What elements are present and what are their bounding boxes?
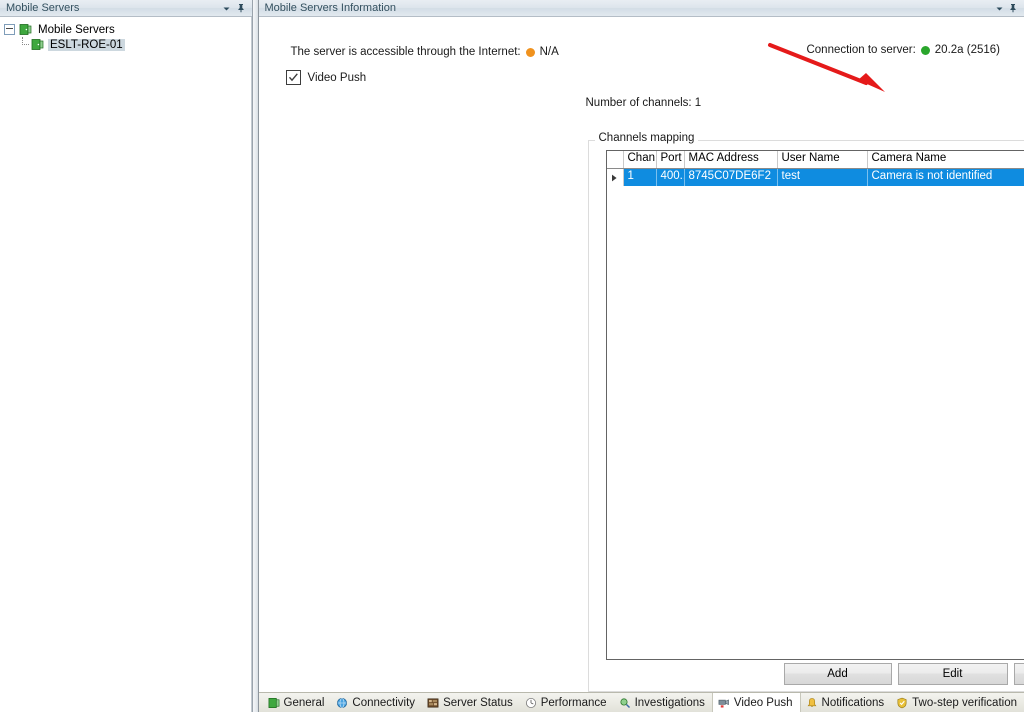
tab-connectivity[interactable]: Connectivity	[331, 693, 422, 712]
channels-mapping-title: Channels mapping	[594, 132, 699, 144]
server-icon	[19, 24, 32, 35]
tab-label: Performance	[540, 696, 607, 709]
grid-body: 1 400... 8745C07DE6F2 test Camera is not…	[606, 169, 1024, 186]
tab-label: Two-step verification	[912, 696, 1017, 709]
tree-item-mobile-servers[interactable]: Mobile Servers	[0, 22, 251, 37]
video-push-label: Video Push	[307, 71, 367, 84]
status-grid-icon	[427, 697, 439, 708]
tab-label: Notifications	[821, 696, 885, 709]
server-status-line: The server is accessible through the Int…	[291, 44, 1001, 60]
mobile-servers-panel: Mobile Servers Mobile Servers ESLT-ROE-0…	[0, 0, 253, 712]
tab-label: Connectivity	[352, 696, 416, 709]
cell-mac-address: 8745C07DE6F2	[685, 169, 778, 186]
tab-performance[interactable]: Performance	[520, 693, 614, 712]
video-push-checkbox-row[interactable]: Video Push	[285, 70, 367, 85]
grid-header-row: Chanı Port MAC Address User Name Camera …	[606, 151, 1024, 169]
tree-item-eslt-roe-01[interactable]: ESLT-ROE-01	[0, 37, 251, 52]
grid-corner-cell	[606, 151, 624, 168]
tab-notifications[interactable]: Notifications	[801, 693, 892, 712]
channels-mapping-grid[interactable]: Chanı Port MAC Address User Name Camera …	[605, 150, 1024, 660]
chevron-down-icon[interactable]	[220, 1, 234, 15]
tree-elbow-line	[18, 37, 29, 52]
left-panel-title: Mobile Servers	[6, 2, 80, 14]
tree-item-label: Mobile Servers	[38, 23, 115, 36]
chevron-down-icon[interactable]	[992, 1, 1006, 15]
server-icon	[31, 39, 44, 50]
column-header-user-name[interactable]: User Name	[778, 151, 868, 168]
internet-status-value: N/A	[539, 46, 559, 58]
grid-action-buttons: Add Edit Remove Change password	[783, 663, 1024, 685]
expander-collapse-icon[interactable]	[4, 24, 15, 35]
cell-camera-name: Camera is not identified	[868, 169, 1024, 186]
tab-two-step-verification[interactable]: Two-step verification	[891, 693, 1024, 712]
connection-status-value: 20.2a (2516)	[934, 44, 1000, 56]
magnifier-icon	[620, 697, 630, 708]
tab-server-status[interactable]: Server Status	[422, 693, 520, 712]
tab-label: Server Status	[443, 696, 513, 709]
tab-general[interactable]: General	[263, 693, 332, 712]
connection-status: Connection to server: 20.2a (2516)	[806, 44, 1000, 56]
channels-mapping-group: Channels mapping Chanı Port MAC Address …	[587, 132, 1024, 692]
tab-label: Investigations	[634, 696, 705, 709]
table-row[interactable]: 1 400... 8745C07DE6F2 test Camera is not…	[606, 169, 1024, 186]
column-header-mac-address[interactable]: MAC Address	[685, 151, 778, 168]
pin-icon[interactable]	[234, 1, 248, 15]
cell-port: 400...	[657, 169, 685, 186]
application-window: Mobile Servers Mobile Servers ESLT-ROE-0…	[0, 0, 1024, 712]
number-of-channels-label: Number of channels: 1	[585, 97, 702, 109]
gauge-icon	[525, 697, 536, 708]
mobile-servers-tree[interactable]: Mobile Servers ESLT-ROE-01	[0, 17, 252, 712]
tab-label: General	[283, 696, 325, 709]
remove-button[interactable]: Remove	[1013, 663, 1024, 685]
right-panel-caption-bar: Mobile Servers Information	[258, 0, 1024, 17]
add-button[interactable]: Add	[783, 663, 892, 685]
camera-icon	[718, 698, 729, 708]
column-header-channel[interactable]: Chanı	[624, 151, 657, 168]
edit-button[interactable]: Edit	[897, 663, 1008, 685]
internet-status: The server is accessible through the Int…	[291, 46, 559, 58]
tab-investigations[interactable]: Investigations	[614, 693, 712, 712]
shield-icon	[897, 697, 907, 708]
cell-user-name: test	[778, 169, 868, 186]
video-push-content: The server is accessible through the Int…	[258, 17, 1024, 692]
connection-status-dot	[920, 45, 930, 55]
cell-channel: 1	[624, 169, 657, 186]
column-header-port[interactable]: Port	[657, 151, 685, 168]
tab-video-push[interactable]: Video Push	[711, 693, 801, 712]
server-icon	[268, 697, 279, 708]
right-panel-title: Mobile Servers Information	[264, 2, 396, 14]
bell-icon	[807, 697, 816, 707]
bottom-tab-bar: General Connectivity Server Status Perfo…	[258, 692, 1024, 712]
tree-item-label: ESLT-ROE-01	[48, 38, 125, 51]
pin-icon[interactable]	[1006, 1, 1020, 15]
current-row-indicator	[606, 169, 624, 186]
internet-status-dot	[525, 47, 535, 57]
current-row-arrow-icon	[612, 174, 617, 181]
globe-icon	[337, 697, 348, 708]
connection-status-label: Connection to server:	[806, 44, 916, 56]
internet-status-label: The server is accessible through the Int…	[290, 46, 521, 58]
left-panel-caption-bar: Mobile Servers	[0, 0, 252, 17]
tab-label: Video Push	[733, 696, 793, 709]
video-push-checkbox[interactable]	[285, 70, 301, 85]
column-header-camera-name[interactable]: Camera Name	[868, 151, 1024, 168]
information-panel: Mobile Servers Information The server is…	[258, 0, 1024, 712]
